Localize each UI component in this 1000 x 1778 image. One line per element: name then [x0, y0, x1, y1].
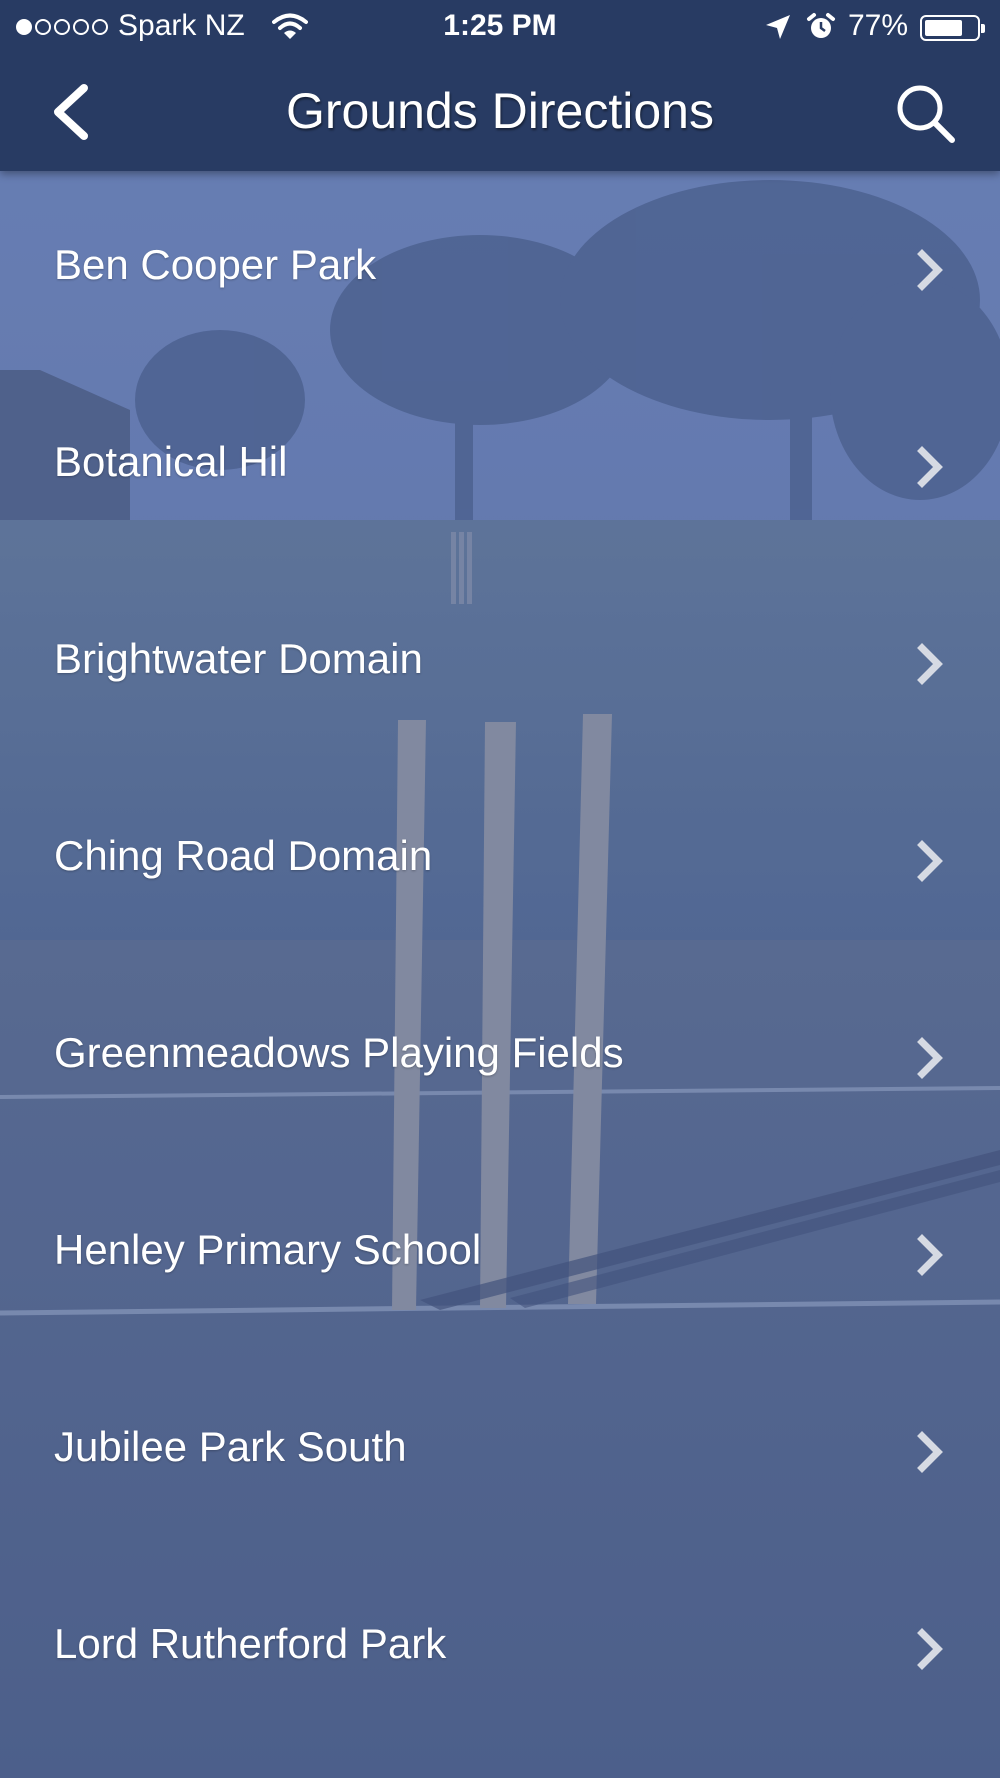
- list-item[interactable]: Jubilee Park South: [0, 1353, 1000, 1550]
- list-item-label: Jubilee Park South: [54, 1423, 407, 1470]
- location-arrow-icon: [766, 15, 790, 39]
- grounds-list: Ben Cooper Park Botanical Hil Brightwate…: [0, 171, 1000, 1747]
- battery-percentage: 77%: [848, 9, 909, 42]
- list-item-label: Lord Rutherford Park: [54, 1620, 447, 1667]
- chevron-right-icon: [917, 840, 943, 882]
- list-item-label: Botanical Hil: [54, 438, 288, 485]
- chevron-right-icon: [917, 1234, 943, 1276]
- page-title: Grounds Directions: [286, 83, 714, 139]
- navigation-bar: Spark NZ 1:25 PM 77% Grounds Directions: [0, 0, 1000, 171]
- list-item[interactable]: Botanical Hil: [0, 368, 1000, 565]
- list-item[interactable]: Brightwater Domain: [0, 565, 1000, 762]
- chevron-right-icon: [917, 1431, 943, 1473]
- list-item-label: Greenmeadows Playing Fields: [54, 1029, 624, 1076]
- list-item[interactable]: Ben Cooper Park: [0, 171, 1000, 368]
- chevron-right-icon: [917, 1628, 943, 1670]
- list-item-label: Henley Primary School: [54, 1226, 482, 1273]
- chevron-right-icon: [917, 643, 943, 685]
- chevron-right-icon: [917, 1037, 943, 1079]
- list-item[interactable]: Ching Road Domain: [0, 762, 1000, 959]
- alarm-clock-icon: [807, 13, 835, 38]
- list-item[interactable]: Greenmeadows Playing Fields: [0, 959, 1000, 1156]
- list-item[interactable]: Henley Primary School: [0, 1156, 1000, 1353]
- list-item-label: Ben Cooper Park: [54, 241, 377, 288]
- battery-icon: [920, 15, 985, 41]
- list-item-label: Brightwater Domain: [54, 635, 423, 682]
- search-icon[interactable]: [890, 78, 960, 148]
- chevron-right-icon: [917, 249, 943, 291]
- list-item[interactable]: Lord Rutherford Park: [0, 1550, 1000, 1747]
- chevron-right-icon: [917, 446, 943, 488]
- list-item-label: Ching Road Domain: [54, 832, 433, 879]
- nav-header: Grounds Directions: [0, 56, 1000, 171]
- status-bar: Spark NZ 1:25 PM 77%: [0, 0, 1000, 56]
